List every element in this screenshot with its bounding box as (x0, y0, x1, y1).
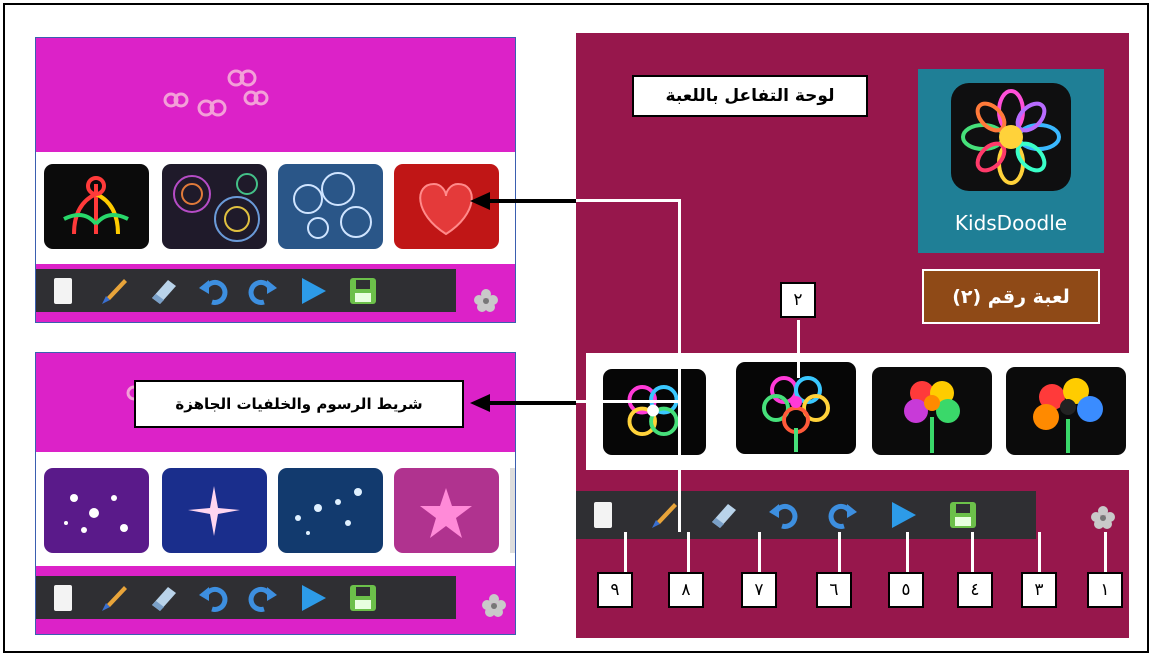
drawing-thumb-1[interactable] (44, 164, 149, 249)
eraser-icon[interactable] (702, 497, 744, 533)
app-name: KidsDoodle (954, 211, 1068, 235)
marker-6: ٦ (816, 572, 852, 608)
marker-7: ٧ (741, 572, 777, 608)
marker-4-line (971, 532, 974, 572)
backgrounds-strip (36, 452, 515, 566)
play-icon[interactable] (882, 497, 924, 533)
play-icon[interactable] (292, 580, 334, 616)
drawings-bar-callout: شريط الرسوم والخلفيات الجاهزة (134, 380, 464, 428)
arrowhead-top (470, 192, 490, 210)
arrow-to-callout (484, 401, 576, 405)
marker-3: ٣ (1021, 572, 1057, 608)
background-thumb-purple-sparkles[interactable] (44, 468, 149, 553)
drawing-thumb-neon-flower-1[interactable] (603, 369, 706, 455)
arrow-to-top-panel (484, 199, 576, 203)
undo-icon[interactable] (762, 497, 804, 533)
drawing-thumb-neon-flower-2[interactable] (736, 362, 856, 454)
toolbar (36, 269, 456, 312)
background-thumb-bubbles[interactable] (278, 164, 383, 249)
marker-9: ٩ (597, 572, 633, 608)
redo-icon[interactable] (822, 497, 864, 533)
marker-2-line (797, 320, 800, 378)
background-thumb-pink-stars[interactable] (394, 468, 499, 553)
marker-9-line (624, 532, 627, 572)
background-thumb-circles[interactable] (162, 164, 267, 249)
marker-3-line (1038, 532, 1041, 572)
connector-line-top-vertical (678, 199, 681, 532)
undo-icon[interactable] (192, 580, 234, 616)
undo-icon[interactable] (192, 273, 234, 309)
drawing-thumb-color-flower-2[interactable] (1006, 367, 1126, 455)
arrowhead-callout (470, 394, 490, 412)
brush-icon[interactable] (92, 273, 134, 309)
background-thumb-star[interactable] (162, 468, 267, 553)
kidsdoodle-app-icon: KidsDoodle (918, 69, 1104, 253)
drawings-strip (586, 353, 1129, 470)
drawings-strip (36, 152, 515, 264)
panel-title: لوحة التفاعل باللعبة (632, 75, 868, 117)
connector-line-mid-horizontal (572, 400, 680, 403)
save-icon[interactable] (942, 497, 984, 533)
marker-1-line (1104, 532, 1107, 572)
doodle-flower-icon (951, 83, 1071, 191)
new-page-icon[interactable] (42, 273, 84, 309)
play-icon[interactable] (292, 273, 334, 309)
new-page-icon[interactable] (582, 497, 624, 533)
settings-flower-icon[interactable] (471, 286, 501, 316)
marker-1: ١ (1087, 572, 1123, 608)
game-interaction-panel: لوحة التفاعل باللعبة KidsDoodle لعبة رقم… (576, 33, 1129, 638)
marker-2: ٢ (780, 282, 816, 318)
marker-7-line (758, 532, 761, 572)
toolbar (36, 576, 456, 619)
game-toolbar (576, 491, 1036, 539)
marker-5-line (906, 532, 909, 572)
save-icon[interactable] (342, 580, 384, 616)
marker-5: ٥ (888, 572, 924, 608)
redo-icon[interactable] (242, 580, 284, 616)
thumb-edge (510, 468, 515, 553)
settings-flower-icon[interactable] (1088, 503, 1118, 533)
game-number-label: لعبة رقم (٢) (922, 269, 1100, 324)
settings-flower-icon[interactable] (479, 591, 509, 621)
drawing-thumb-color-flower-1[interactable] (872, 367, 992, 455)
eraser-icon[interactable] (142, 273, 184, 309)
save-icon[interactable] (342, 273, 384, 309)
redo-icon[interactable] (242, 273, 284, 309)
top-left-screenshot (35, 37, 516, 323)
hearts-decoration (163, 69, 269, 117)
marker-8: ٨ (668, 572, 704, 608)
marker-4: ٤ (957, 572, 993, 608)
marker-8-line (687, 532, 690, 572)
eraser-icon[interactable] (142, 580, 184, 616)
new-page-icon[interactable] (42, 580, 84, 616)
marker-6-line (838, 532, 841, 572)
brush-icon[interactable] (92, 580, 134, 616)
background-thumb-stars-blue[interactable] (278, 468, 383, 553)
connector-line-top-horizontal (572, 199, 680, 202)
